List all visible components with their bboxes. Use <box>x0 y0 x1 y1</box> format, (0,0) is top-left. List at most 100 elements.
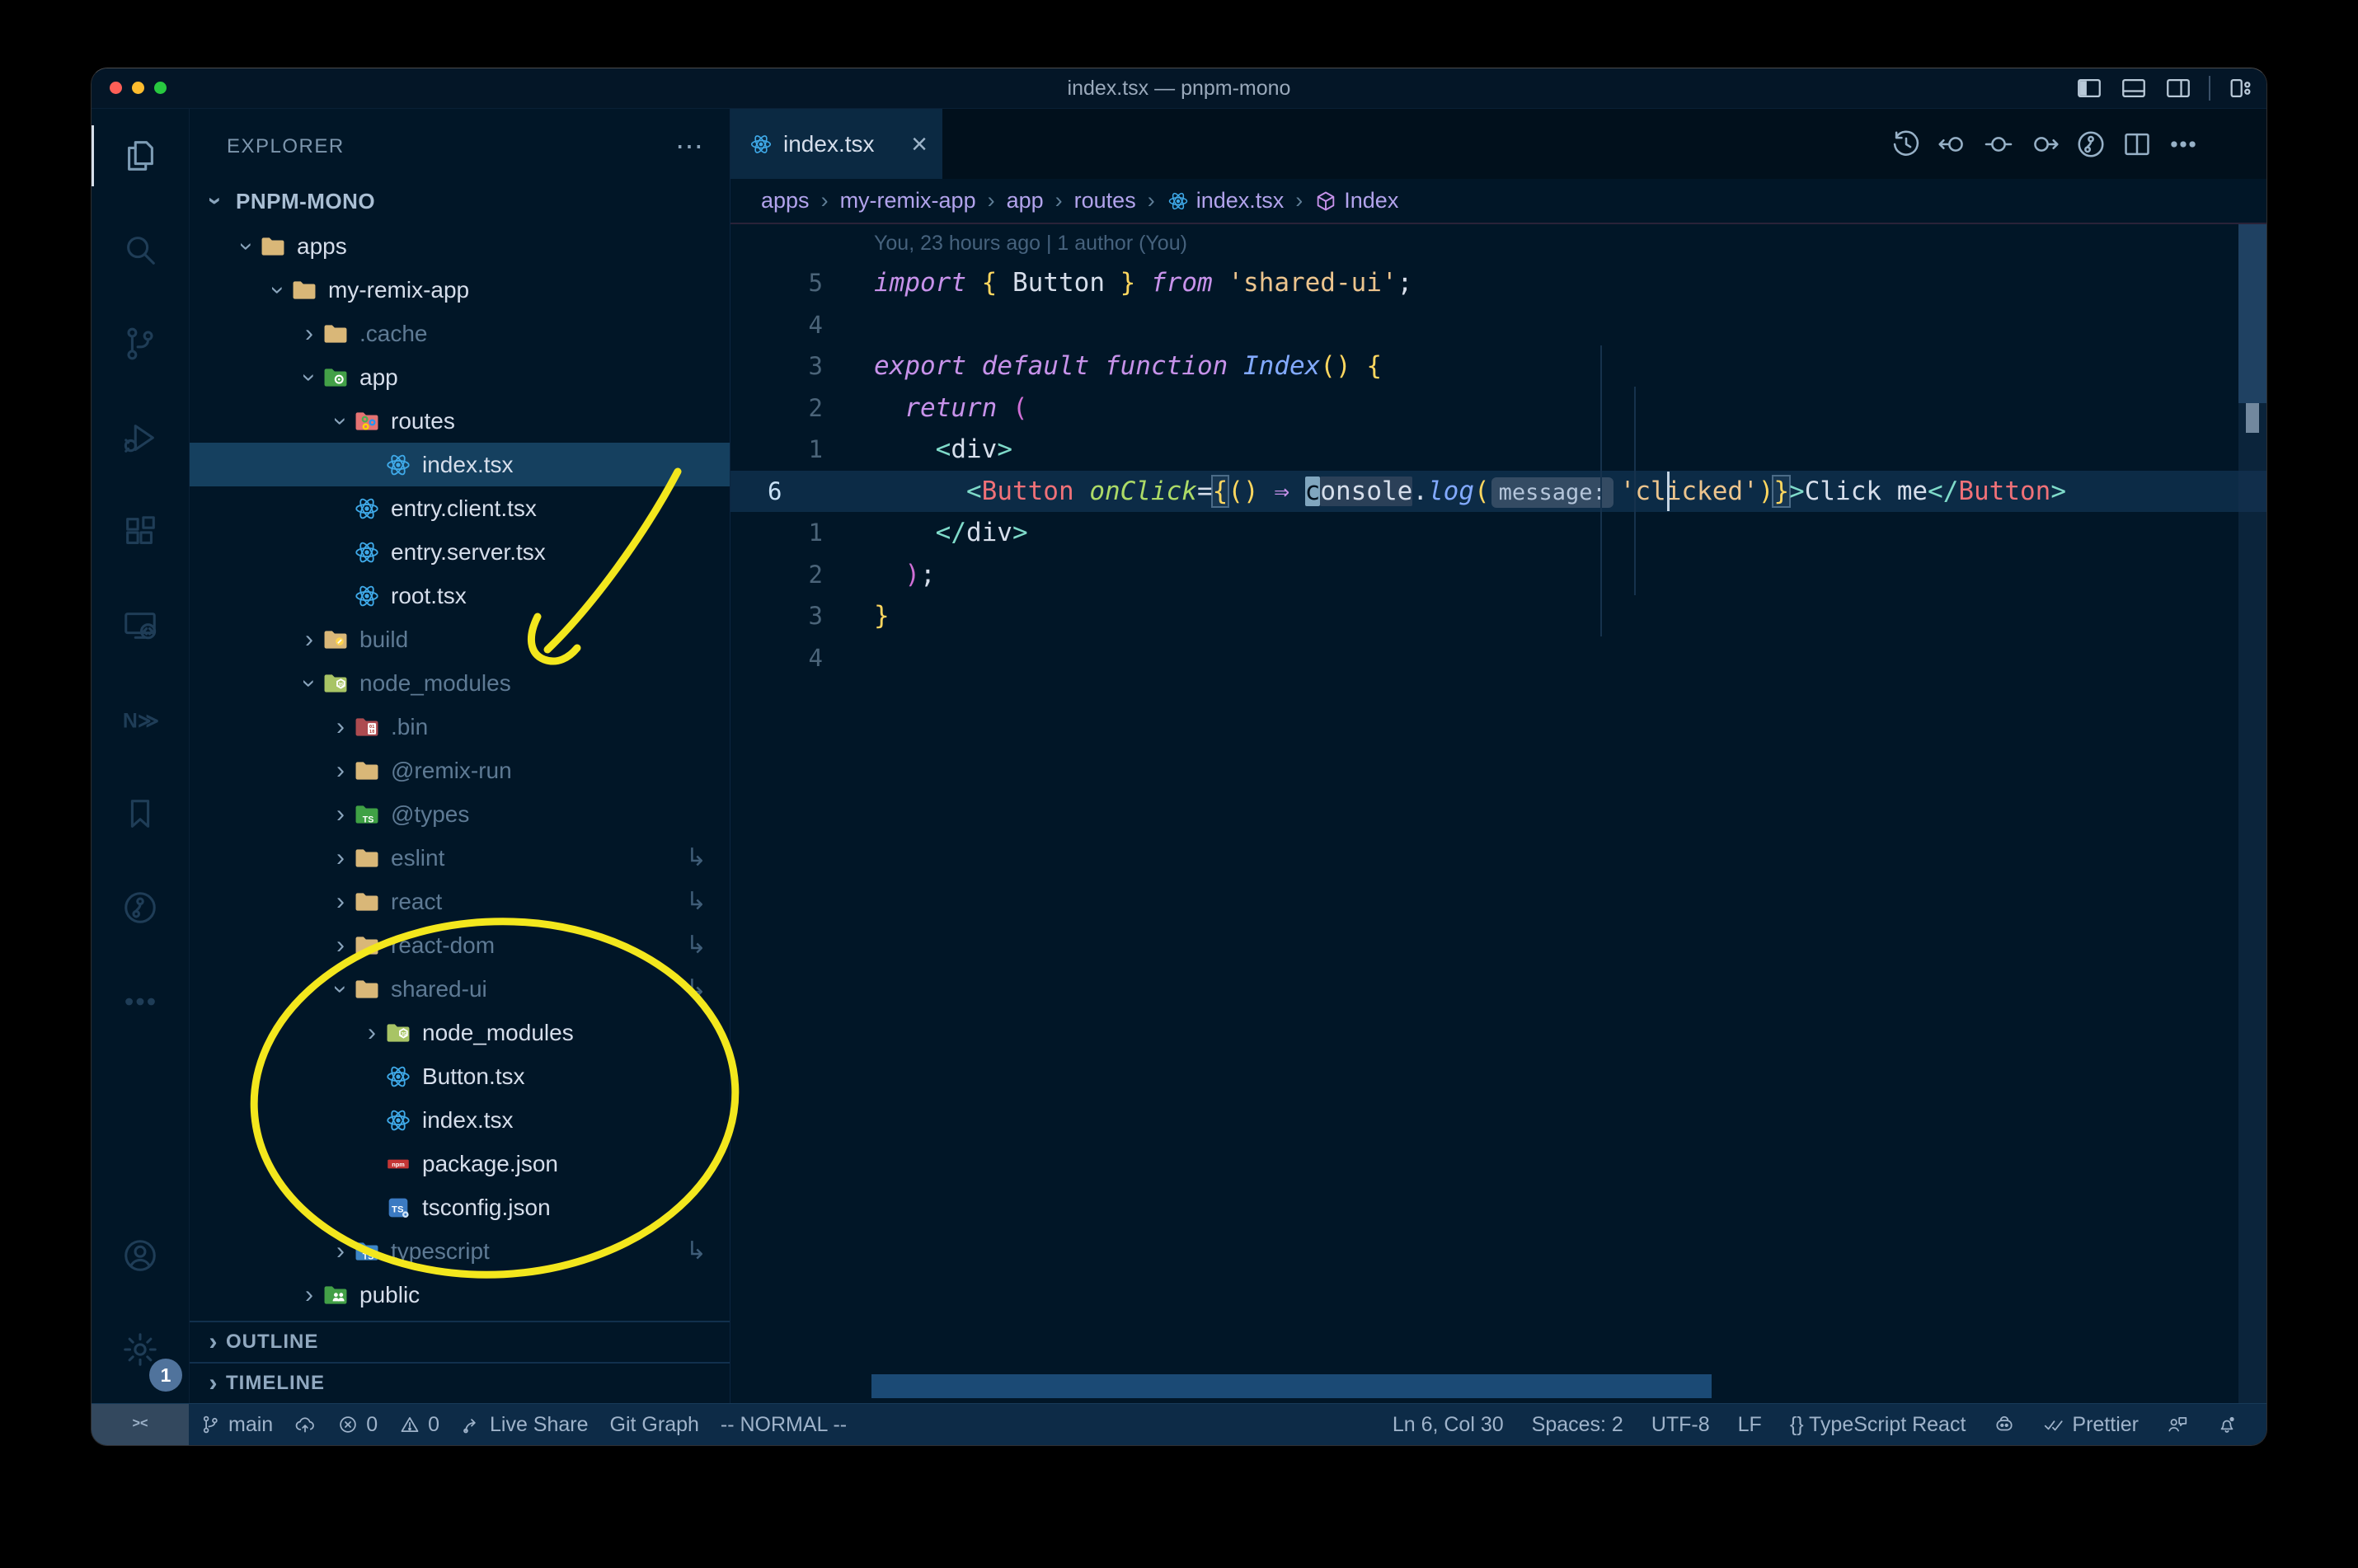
tab-strip: index.tsx × <box>730 109 2266 179</box>
folder-node-icon: JS <box>384 1019 412 1047</box>
folder-icon <box>353 757 381 785</box>
tree-item-typescript[interactable]: › TS typescript ↳ <box>190 1229 730 1273</box>
section-timeline[interactable]: › TIMELINE <box>190 1362 730 1403</box>
split-editor-icon[interactable] <box>2121 129 2153 160</box>
layout-sidebar-left-icon[interactable] <box>2075 74 2103 102</box>
status-vim-mode[interactable]: -- NORMAL -- <box>710 1404 857 1445</box>
sidebar-sections: › OUTLINE › TIMELINE <box>190 1321 730 1403</box>
activity-accounts-icon[interactable] <box>92 1209 189 1303</box>
line-number: 1 <box>808 435 823 464</box>
timeline-icon[interactable] <box>1891 129 1922 160</box>
tree-item-shared-ui[interactable]: › shared-ui ↳ <box>190 967 730 1011</box>
activity-source-control-icon[interactable] <box>92 297 189 391</box>
code-line: 2 return ( <box>730 387 2266 430</box>
status-git-branch[interactable]: main <box>189 1404 284 1445</box>
close-tab-icon[interactable]: × <box>911 130 928 158</box>
vertical-scrollbar[interactable] <box>2238 224 2266 1403</box>
tree-item-@types[interactable]: › TS @types <box>190 792 730 836</box>
tree-item-entry.client.tsx[interactable]: entry.client.tsx <box>190 486 730 530</box>
tree-item-public[interactable]: › public <box>190 1273 730 1317</box>
tree-item-entry.server.tsx[interactable]: entry.server.tsx <box>190 530 730 574</box>
folder-icon <box>353 932 381 960</box>
tree-item-.cache[interactable]: › .cache <box>190 312 730 355</box>
status-sync[interactable] <box>284 1404 326 1445</box>
status-bar-right: Ln 6, Col 30 Spaces: 2 UTF-8 LF {} TypeScrip… <box>1379 1404 2266 1445</box>
workspace-root-item[interactable]: › PNPM-MONO <box>190 185 730 218</box>
status-formatter[interactable]: Prettier <box>2029 1404 2153 1445</box>
tree-item-app[interactable]: › app <box>190 355 730 399</box>
layout-panel-icon[interactable] <box>2120 74 2148 102</box>
previous-change-icon[interactable] <box>1937 129 1968 160</box>
next-change-icon[interactable] <box>2029 129 2060 160</box>
breadcrumb-apps[interactable]: apps <box>761 188 810 214</box>
tree-item-root.tsx[interactable]: root.tsx <box>190 574 730 617</box>
status-notifications[interactable] <box>2202 1404 2252 1445</box>
activity-extensions-icon[interactable] <box>92 485 189 579</box>
breadcrumb-my-remix-app[interactable]: my-remix-app <box>840 188 976 214</box>
scrollbar-thumb[interactable] <box>2238 224 2266 403</box>
tree-item-eslint[interactable]: › eslint ↳ <box>190 836 730 880</box>
activity-run-debug-icon[interactable] <box>92 391 189 485</box>
chevron-down-icon: › <box>296 373 323 382</box>
tree-item-node_modules[interactable]: › JS node_modules <box>190 661 730 705</box>
status-warnings[interactable]: 0 <box>388 1404 450 1445</box>
gitlens-file-history-icon[interactable] <box>2075 129 2107 160</box>
react-icon <box>353 538 381 566</box>
tree-item-index.tsx[interactable]: index.tsx <box>190 1098 730 1142</box>
tree-item-my-remix-app[interactable]: › my-remix-app <box>190 268 730 312</box>
chevron-right-icon: › <box>305 319 313 347</box>
activity-search-icon[interactable] <box>92 203 189 297</box>
tab-index-tsx[interactable]: index.tsx × <box>730 109 942 179</box>
section-outline[interactable]: › OUTLINE <box>190 1321 730 1362</box>
breadcrumb-app[interactable]: app <box>1007 188 1044 214</box>
more-actions-icon[interactable] <box>2168 129 2199 160</box>
code-line: 1 </div> <box>730 512 2266 554</box>
status-encoding[interactable]: UTF-8 <box>1637 1404 1724 1445</box>
status-git-graph[interactable]: Git Graph <box>599 1404 710 1445</box>
tree-item-build[interactable]: › build <box>190 617 730 661</box>
line-number: 2 <box>808 393 823 422</box>
tree-item-index.tsx[interactable]: index.tsx <box>190 443 730 486</box>
line-number: 3 <box>808 352 823 381</box>
tree-item-apps[interactable]: › apps <box>190 224 730 268</box>
tree-item-react[interactable]: › react ↳ <box>190 880 730 923</box>
status-cursor-position[interactable]: Ln 6, Col 30 <box>1379 1404 1518 1445</box>
status-remote-indicator[interactable]: >< <box>92 1404 189 1445</box>
status-language-mode[interactable]: {} TypeScript React <box>1776 1404 1980 1445</box>
breadcrumb-index.tsx[interactable]: index.tsx <box>1167 188 1284 214</box>
activity-more-views-icon[interactable] <box>92 955 189 1049</box>
tree-item-react-dom[interactable]: › react-dom ↳ <box>190 923 730 967</box>
explorer-more-actions-icon[interactable]: ⋯ <box>675 130 705 163</box>
code-editor[interactable]: You, 23 hours ago | 1 author (You) 5 impor… <box>730 224 2266 1403</box>
status-copilot[interactable] <box>1980 1404 2029 1445</box>
tree-item-package.json[interactable]: npm package.json <box>190 1142 730 1185</box>
line-number: 3 <box>808 602 823 631</box>
status-feedback[interactable] <box>2153 1404 2202 1445</box>
breadcrumb-Index[interactable]: Index <box>1314 188 1398 214</box>
tree-item-@remix-run[interactable]: › @remix-run <box>190 749 730 792</box>
tree-item-label: eslint <box>391 844 445 871</box>
layout-customize-icon[interactable] <box>2227 74 2255 102</box>
status-eol[interactable]: LF <box>1724 1404 1776 1445</box>
breadcrumb-routes[interactable]: routes <box>1074 188 1136 214</box>
horizontal-scrollbar[interactable] <box>871 1374 1712 1398</box>
tree-item-Button.tsx[interactable]: Button.tsx <box>190 1054 730 1098</box>
svg-text:JS: JS <box>338 683 344 688</box>
tree-item-node_modules[interactable]: › JS node_modules <box>190 1011 730 1054</box>
status-live-share[interactable]: Live Share <box>450 1404 599 1445</box>
layout-sidebar-right-icon[interactable] <box>2164 74 2192 102</box>
tree-item-routes[interactable]: › routes <box>190 399 730 443</box>
folder-icon <box>353 888 381 916</box>
activity-nx-console-icon[interactable]: N≫ <box>92 673 189 767</box>
activity-gitlens-icon[interactable] <box>92 861 189 955</box>
tree-item-tsconfig.json[interactable]: TS tsconfig.json <box>190 1185 730 1229</box>
activity-remote-explorer-icon[interactable] <box>92 579 189 673</box>
status-indentation[interactable]: Spaces: 2 <box>1518 1404 1637 1445</box>
activity-bookmarks-icon[interactable] <box>92 767 189 861</box>
status-errors[interactable]: 0 <box>326 1404 388 1445</box>
chevron-right-icon: › <box>305 625 313 653</box>
activity-settings-icon[interactable]: 1 <box>92 1303 189 1397</box>
tree-item-.bin[interactable]: › 01 10 .bin <box>190 705 730 749</box>
activity-explorer-icon[interactable] <box>92 109 189 203</box>
open-changes-icon[interactable] <box>1983 129 2014 160</box>
